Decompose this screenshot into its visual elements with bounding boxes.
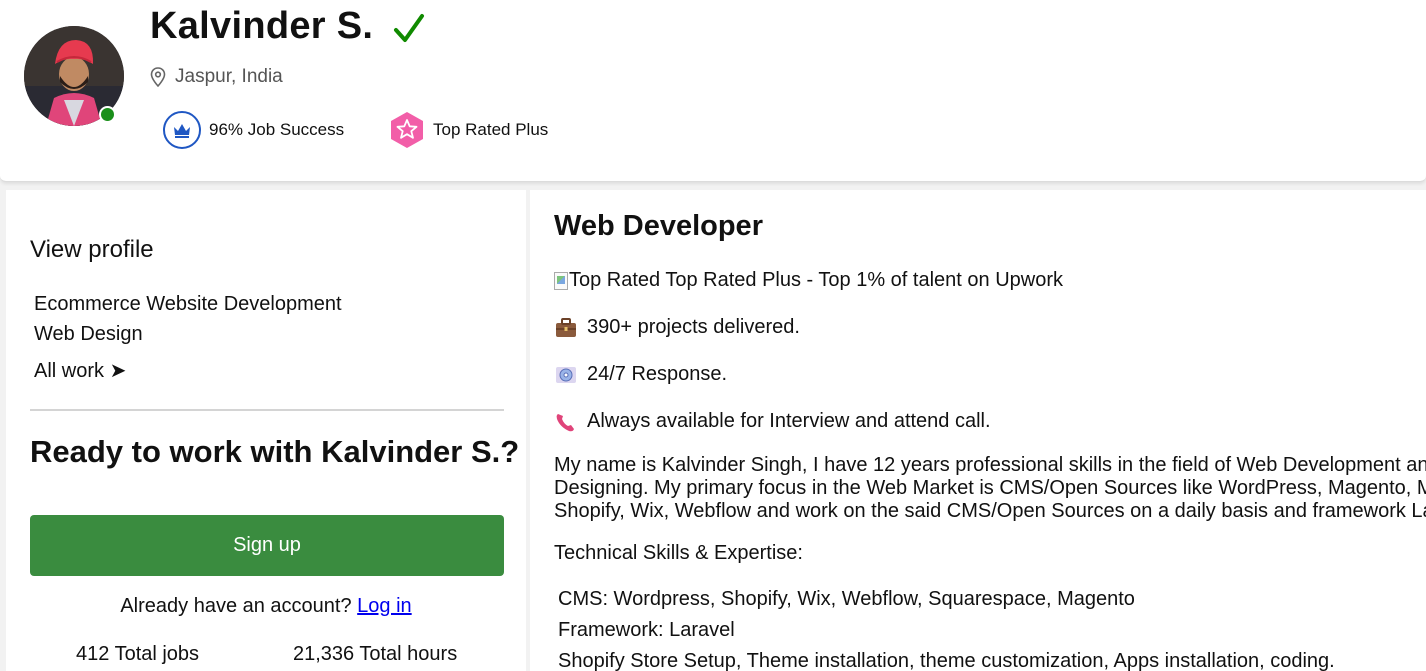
star-hexagon-icon [391,112,423,148]
login-prompt: Already have an account? Log in [6,595,526,618]
bio-line: My name is Kalvinder Singh, I have 12 ye… [554,454,1426,476]
skill-line: Framework: Laravel [558,619,735,641]
highlight-text: 390+ projects delivered. [587,316,800,338]
job-title: Web Developer [554,210,763,242]
main-content: Web Developer Top Rated Top Rated Plus -… [530,190,1426,671]
skill-line: CMS: Wordpress, Shopify, Wix, Webflow, S… [558,588,1135,610]
highlight-text: 24/7 Response. [587,363,728,385]
dvd-icon [556,366,576,383]
bio-paragraph: My name is Kalvinder Singh, I have 12 ye… [554,454,1426,523]
total-hours-stat: 21,336 Total hours [293,643,458,665]
top-rated-text: Top Rated Top Rated Plus - Top 1% of tal… [569,269,1063,291]
map-pin-icon [150,67,166,87]
telephone-icon [556,413,574,431]
highlight-call: Always available for Interview and atten… [554,410,991,433]
work-item-web-design[interactable]: Web Design [34,323,143,346]
job-success-badge[interactable]: 96% Job Success [162,109,344,151]
top-rated-label: Top Rated Plus [433,120,549,139]
job-success-label: 96% Job Success [209,120,345,139]
bio-line: Designing. My primary focus in the Web M… [554,477,1426,499]
profile-name: Kalvinder S. [150,5,374,47]
all-work-link[interactable]: All work ➤ [34,358,126,383]
log-in-link[interactable]: Log in [357,595,412,617]
online-status-dot [99,106,116,123]
sign-up-button[interactable]: Sign up [30,515,504,576]
skills-heading: Technical Skills & Expertise: [554,542,803,564]
ready-to-work-heading: Ready to work with Kalvinder S.? [30,434,520,469]
broken-image-icon [554,271,568,290]
total-jobs-stat: 412 Total jobs [76,643,200,665]
work-item-ecommerce[interactable]: Ecommerce Website Development [34,293,342,316]
view-profile-heading: View profile [30,236,154,263]
location-text: Jaspur, India [175,66,283,87]
top-rated-badge[interactable]: Top Rated Plus [388,109,548,151]
account-prompt-text: Already have an account? [120,595,352,617]
top-rated-line: Top Rated Top Rated Plus - Top 1% of tal… [554,269,1063,292]
divider [30,409,504,411]
crown-badge-icon [163,111,201,149]
sidebar: View profile Ecommerce Website Developme… [6,190,526,671]
highlight-projects: 390+ projects delivered. [554,316,800,339]
highlight-text: Always available for Interview and atten… [587,410,991,432]
highlight-response: 24/7 Response. [554,363,727,386]
bio-line: Shopify, Wix, Webflow and work on the sa… [554,500,1426,522]
verified-checkmark-icon [394,14,424,42]
briefcase-icon [556,317,576,337]
location-row: Jaspur, India [150,65,283,89]
skill-line: Shopify Store Setup, Theme installation,… [558,650,1335,671]
profile-header: Kalvinder S. Jaspur, India 96% Job Succe… [0,0,1426,182]
